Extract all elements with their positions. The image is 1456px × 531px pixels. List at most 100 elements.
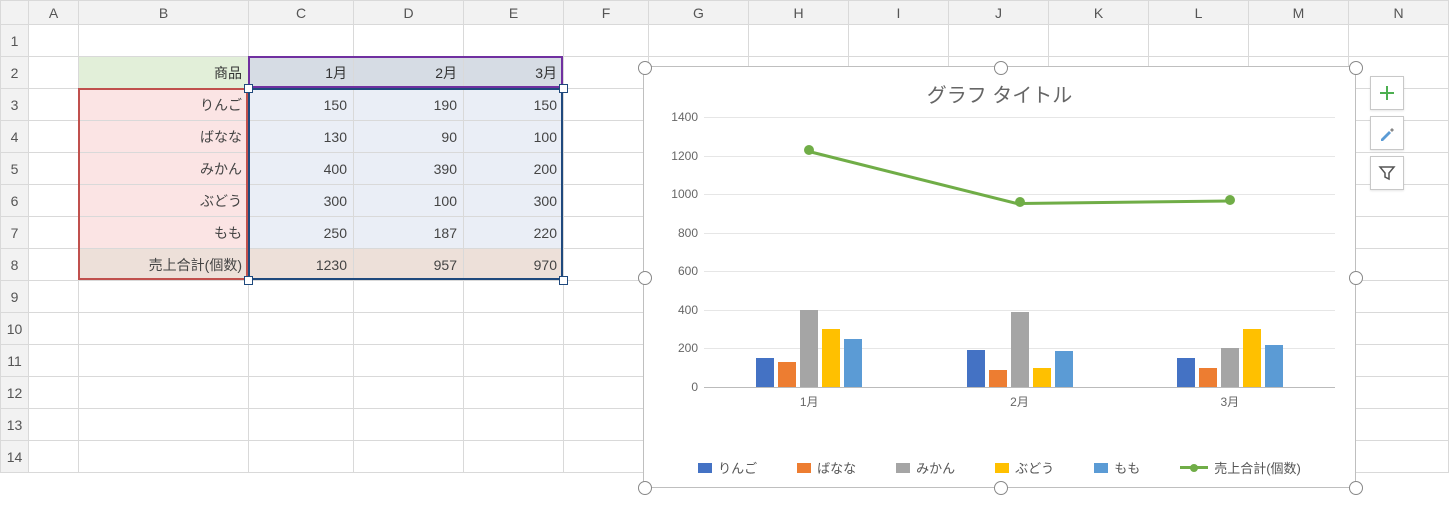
cell-F12[interactable] <box>564 377 649 409</box>
legend-item-売上合計(個数)[interactable]: 売上合計(個数) <box>1180 458 1301 477</box>
bar-ばなな-3月[interactable] <box>1199 368 1217 387</box>
cell-D1[interactable] <box>354 25 464 57</box>
cell-C1[interactable] <box>249 25 354 57</box>
cell-E5[interactable]: 200 <box>464 153 564 185</box>
line-point-3月[interactable] <box>1225 195 1235 205</box>
cell-I1[interactable] <box>849 25 949 57</box>
cell-C12[interactable] <box>249 377 354 409</box>
cell-D8[interactable]: 957 <box>354 249 464 281</box>
cell-A5[interactable] <box>29 153 79 185</box>
col-header-I[interactable]: I <box>849 1 949 25</box>
legend-item-りんご[interactable]: りんご <box>698 458 757 477</box>
cell-N7[interactable] <box>1349 217 1449 249</box>
cell-F5[interactable] <box>564 153 649 185</box>
cell-C14[interactable] <box>249 441 354 473</box>
cell-E3[interactable]: 150 <box>464 89 564 121</box>
row-header-5[interactable]: 5 <box>1 153 29 185</box>
cell-A4[interactable] <box>29 121 79 153</box>
cell-B14[interactable] <box>79 441 249 473</box>
cell-D6[interactable]: 100 <box>354 185 464 217</box>
cell-N9[interactable] <box>1349 281 1449 313</box>
bar-ぶどう-3月[interactable] <box>1243 329 1261 387</box>
chart-styles-button[interactable] <box>1370 116 1404 150</box>
cell-A10[interactable] <box>29 313 79 345</box>
cell-N13[interactable] <box>1349 409 1449 441</box>
cell-C2[interactable]: 1月 <box>249 57 354 89</box>
cell-L1[interactable] <box>1149 25 1249 57</box>
cell-A2[interactable] <box>29 57 79 89</box>
cell-D7[interactable]: 187 <box>354 217 464 249</box>
cell-A13[interactable] <box>29 409 79 441</box>
bar-もも-2月[interactable] <box>1055 351 1073 387</box>
chart-object[interactable]: グラフ タイトル 02004006008001000120014001月2月3月… <box>643 66 1356 488</box>
bar-みかん-1月[interactable] <box>800 310 818 387</box>
cell-M1[interactable] <box>1249 25 1349 57</box>
legend-item-もも[interactable]: もも <box>1094 458 1140 477</box>
cell-A3[interactable] <box>29 89 79 121</box>
cell-N14[interactable] <box>1349 441 1449 473</box>
cell-D5[interactable]: 390 <box>354 153 464 185</box>
col-header-G[interactable]: G <box>649 1 749 25</box>
col-header-D[interactable]: D <box>354 1 464 25</box>
cell-E10[interactable] <box>464 313 564 345</box>
cell-J1[interactable] <box>949 25 1049 57</box>
cell-F3[interactable] <box>564 89 649 121</box>
row-header-9[interactable]: 9 <box>1 281 29 313</box>
chart-resize-handle[interactable] <box>1349 61 1363 75</box>
cell-F7[interactable] <box>564 217 649 249</box>
col-header-J[interactable]: J <box>949 1 1049 25</box>
cell-A7[interactable] <box>29 217 79 249</box>
cell-B7[interactable]: もも <box>79 217 249 249</box>
row-header-14[interactable]: 14 <box>1 441 29 473</box>
cell-C13[interactable] <box>249 409 354 441</box>
cell-C3[interactable]: 150 <box>249 89 354 121</box>
cell-D9[interactable] <box>354 281 464 313</box>
cell-A1[interactable] <box>29 25 79 57</box>
chart-resize-handle[interactable] <box>1349 271 1363 285</box>
cell-D11[interactable] <box>354 345 464 377</box>
cell-E13[interactable] <box>464 409 564 441</box>
cell-H1[interactable] <box>749 25 849 57</box>
bar-りんご-1月[interactable] <box>756 358 774 387</box>
cell-B11[interactable] <box>79 345 249 377</box>
cell-A14[interactable] <box>29 441 79 473</box>
cell-E7[interactable]: 220 <box>464 217 564 249</box>
cell-D3[interactable]: 190 <box>354 89 464 121</box>
chart-elements-button[interactable] <box>1370 76 1404 110</box>
cell-A8[interactable] <box>29 249 79 281</box>
cell-C4[interactable]: 130 <box>249 121 354 153</box>
chart-resize-handle[interactable] <box>638 481 652 495</box>
cell-A6[interactable] <box>29 185 79 217</box>
row-header-12[interactable]: 12 <box>1 377 29 409</box>
row-header-8[interactable]: 8 <box>1 249 29 281</box>
cell-N8[interactable] <box>1349 249 1449 281</box>
chart-resize-handle[interactable] <box>638 61 652 75</box>
row-header-2[interactable]: 2 <box>1 57 29 89</box>
cell-D4[interactable]: 90 <box>354 121 464 153</box>
col-header-K[interactable]: K <box>1049 1 1149 25</box>
row-header-10[interactable]: 10 <box>1 313 29 345</box>
cell-B10[interactable] <box>79 313 249 345</box>
cell-C8[interactable]: 1230 <box>249 249 354 281</box>
cell-B6[interactable]: ぶどう <box>79 185 249 217</box>
cell-B5[interactable]: みかん <box>79 153 249 185</box>
cell-E2[interactable]: 3月 <box>464 57 564 89</box>
cell-E12[interactable] <box>464 377 564 409</box>
cell-E8[interactable]: 970 <box>464 249 564 281</box>
row-header-1[interactable]: 1 <box>1 25 29 57</box>
cell-E4[interactable]: 100 <box>464 121 564 153</box>
cell-F9[interactable] <box>564 281 649 313</box>
cell-C5[interactable]: 400 <box>249 153 354 185</box>
cell-N12[interactable] <box>1349 377 1449 409</box>
chart-resize-handle[interactable] <box>1349 481 1363 495</box>
bar-りんご-3月[interactable] <box>1177 358 1195 387</box>
cell-B2[interactable]: 商品 <box>79 57 249 89</box>
cell-D13[interactable] <box>354 409 464 441</box>
cell-F8[interactable] <box>564 249 649 281</box>
bar-もも-3月[interactable] <box>1265 345 1283 387</box>
row-header-6[interactable]: 6 <box>1 185 29 217</box>
cell-F14[interactable] <box>564 441 649 473</box>
bar-りんご-2月[interactable] <box>967 350 985 387</box>
cell-E11[interactable] <box>464 345 564 377</box>
cell-C11[interactable] <box>249 345 354 377</box>
